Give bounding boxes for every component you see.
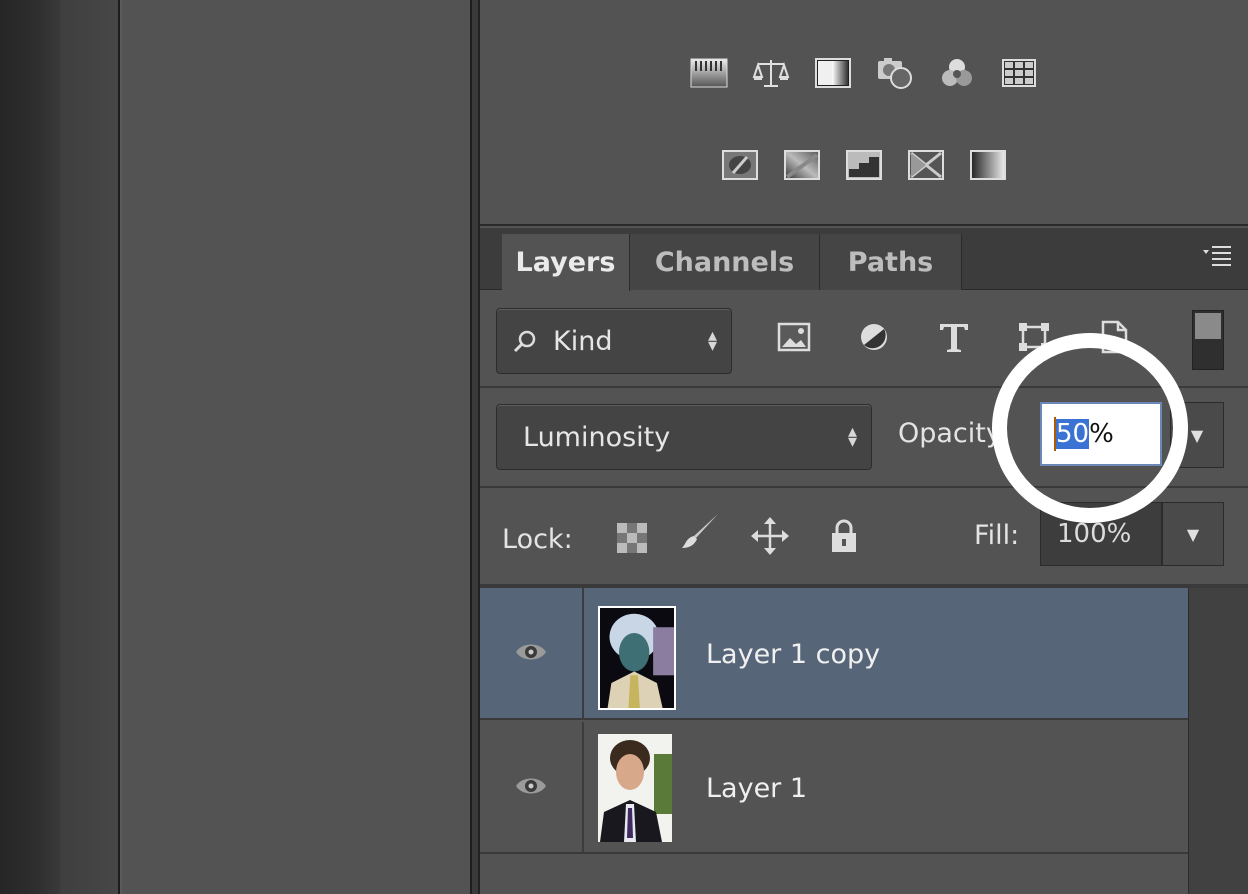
- updown-arrows-icon: ▴ ▾: [847, 421, 857, 452]
- layer-name[interactable]: Layer 1 copy: [706, 588, 880, 720]
- blend-mode-value: Luminosity: [523, 421, 671, 453]
- color-lookup-icon[interactable]: [999, 56, 1039, 90]
- filter-kind-select[interactable]: Kind ▴ ▾: [496, 308, 732, 374]
- chevron-down-icon: ▼: [1186, 524, 1200, 544]
- updown-arrows-icon: ▴ ▾: [707, 325, 717, 356]
- levels-icon[interactable]: [689, 56, 729, 90]
- eye-icon: [515, 775, 547, 801]
- adjustments-row-1: [480, 56, 1248, 90]
- tab-layers[interactable]: Layers: [502, 234, 630, 291]
- chevron-down-icon: ▼: [1190, 425, 1204, 445]
- layer-name[interactable]: Layer 1: [706, 722, 807, 854]
- filter-kind-label: Kind: [553, 325, 613, 357]
- adjustments-panel: [480, 0, 1248, 226]
- threshold-icon[interactable]: [844, 148, 884, 182]
- pixel-layer-filter-icon[interactable]: [776, 320, 812, 354]
- layers-scrollbar[interactable]: [1188, 588, 1248, 894]
- application-frame-left: [0, 0, 60, 894]
- tab-paths[interactable]: Paths: [820, 234, 962, 290]
- photo-filter-icon[interactable]: [875, 56, 915, 90]
- layer-row-layer-1[interactable]: Layer 1: [480, 722, 1188, 854]
- document-canvas-area[interactable]: [122, 0, 470, 894]
- channel-mixer-icon[interactable]: [937, 56, 977, 90]
- toolbar-edge: [60, 0, 118, 894]
- layer-thumbnail[interactable]: [598, 734, 672, 842]
- visibility-toggle[interactable]: [480, 588, 584, 720]
- lock-all-padlock-icon[interactable]: [824, 516, 864, 556]
- adjustments-row-2: [480, 148, 1248, 182]
- panel-tab-bar: Layers Channels Paths: [480, 228, 1248, 291]
- posterize-icon[interactable]: [782, 148, 822, 182]
- eye-icon: [515, 641, 547, 667]
- layer-row-layer-1-copy[interactable]: Layer 1 copy: [480, 588, 1188, 720]
- color-balance-icon[interactable]: [751, 56, 791, 90]
- blend-mode-select[interactable]: Luminosity ▴ ▾: [496, 404, 872, 470]
- type-layer-filter-icon[interactable]: [936, 320, 972, 354]
- selective-color-icon[interactable]: [906, 148, 946, 182]
- visibility-toggle[interactable]: [480, 722, 584, 854]
- tab-channels[interactable]: Channels: [630, 234, 820, 290]
- panel-menu-icon[interactable]: [1202, 242, 1232, 270]
- layer-thumbnail[interactable]: [598, 606, 676, 710]
- adjustment-layer-filter-icon[interactable]: [856, 320, 892, 354]
- black-white-icon[interactable]: [813, 56, 853, 90]
- fill-dropdown-button[interactable]: ▼: [1162, 502, 1224, 566]
- filter-toggle-switch[interactable]: [1192, 310, 1224, 370]
- gradient-map-icon[interactable]: [968, 148, 1008, 182]
- search-icon: [513, 329, 537, 353]
- invert-icon[interactable]: [720, 148, 760, 182]
- lock-transparent-pixels-icon[interactable]: [612, 518, 652, 558]
- layers-panel: Layers Channels Paths Kind ▴ ▾ Luminosit…: [480, 228, 1248, 894]
- annotation-highlight-circle: [992, 333, 1188, 523]
- fill-label: Fill:: [974, 520, 1020, 551]
- lock-image-pixels-brush-icon[interactable]: [680, 512, 720, 552]
- lock-label: Lock:: [502, 524, 573, 555]
- lock-position-move-icon[interactable]: [750, 516, 790, 556]
